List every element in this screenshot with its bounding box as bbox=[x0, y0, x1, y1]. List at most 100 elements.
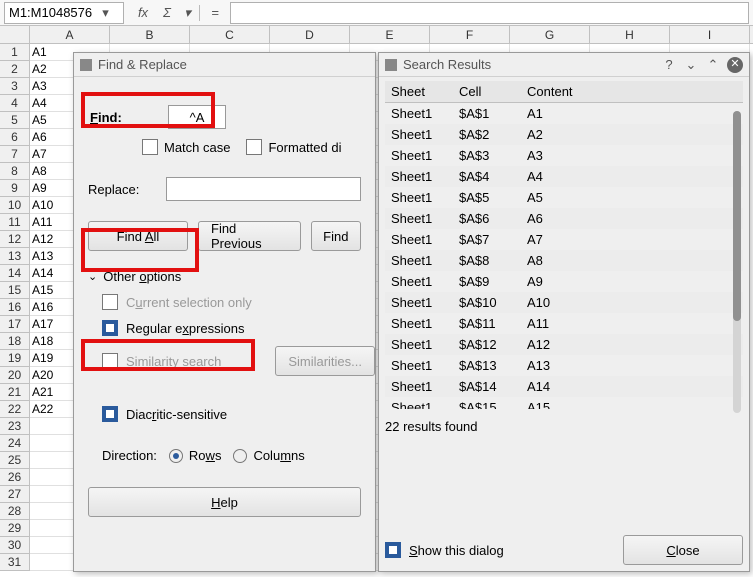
other-options-toggle[interactable]: ⌄ Other options bbox=[88, 269, 361, 284]
row-header[interactable]: 3 bbox=[0, 78, 30, 95]
results-table-header: Sheet Cell Content bbox=[385, 81, 743, 103]
checkbox-icon bbox=[385, 542, 401, 558]
row-header[interactable]: 2 bbox=[0, 61, 30, 78]
name-box[interactable]: M1:M1048576 ▾ bbox=[4, 2, 124, 24]
equals-icon[interactable]: = bbox=[206, 5, 224, 20]
col-header[interactable]: H bbox=[590, 26, 670, 43]
scrollbar-thumb[interactable] bbox=[733, 111, 741, 321]
result-row[interactable]: Sheet1$A$12A12 bbox=[385, 334, 743, 355]
row-header[interactable]: 29 bbox=[0, 520, 30, 537]
close-icon[interactable]: ✕ bbox=[727, 57, 743, 73]
col-header[interactable]: C bbox=[190, 26, 270, 43]
search-results-titlebar[interactable]: Search Results ? ⌄ ⌃ ✕ bbox=[379, 53, 749, 77]
row-header[interactable]: 30 bbox=[0, 537, 30, 554]
result-row[interactable]: Sheet1$A$11A11 bbox=[385, 313, 743, 334]
find-input[interactable]: ^A bbox=[168, 105, 226, 129]
result-row[interactable]: Sheet1$A$3A3 bbox=[385, 145, 743, 166]
select-all-corner[interactable] bbox=[0, 26, 30, 43]
row-header[interactable]: 25 bbox=[0, 452, 30, 469]
radio-icon bbox=[233, 449, 247, 463]
diacritic-checkbox[interactable]: Diacritic-sensitive bbox=[102, 406, 361, 422]
find-next-button[interactable]: Find bbox=[311, 221, 361, 251]
result-row[interactable]: Sheet1$A$8A8 bbox=[385, 250, 743, 271]
result-row[interactable]: Sheet1$A$14A14 bbox=[385, 376, 743, 397]
formula-bar: M1:M1048576 ▾ fx Σ ▾ = bbox=[0, 0, 753, 26]
col-header[interactable]: B bbox=[110, 26, 190, 43]
result-row[interactable]: Sheet1$A$10A10 bbox=[385, 292, 743, 313]
row-header[interactable]: 16 bbox=[0, 299, 30, 316]
result-row[interactable]: Sheet1$A$2A2 bbox=[385, 124, 743, 145]
help-icon[interactable]: ? bbox=[661, 57, 677, 72]
result-row[interactable]: Sheet1$A$4A4 bbox=[385, 166, 743, 187]
row-header[interactable]: 27 bbox=[0, 486, 30, 503]
row-header[interactable]: 7 bbox=[0, 146, 30, 163]
formula-input[interactable] bbox=[230, 2, 749, 24]
row-header[interactable]: 21 bbox=[0, 384, 30, 401]
help-button[interactable]: Help bbox=[88, 487, 361, 517]
row-header[interactable]: 23 bbox=[0, 418, 30, 435]
regex-checkbox[interactable]: Regular expressions bbox=[102, 320, 361, 336]
result-row[interactable]: Sheet1$A$6A6 bbox=[385, 208, 743, 229]
checkbox-icon bbox=[246, 139, 262, 155]
row-header[interactable]: 26 bbox=[0, 469, 30, 486]
row-header[interactable]: 20 bbox=[0, 367, 30, 384]
result-row[interactable]: Sheet1$A$13A13 bbox=[385, 355, 743, 376]
find-replace-titlebar[interactable]: Find & Replace bbox=[74, 53, 375, 77]
find-all-button[interactable]: Find All bbox=[88, 221, 188, 251]
sigma-icon[interactable]: Σ bbox=[158, 5, 176, 20]
row-header[interactable]: 6 bbox=[0, 129, 30, 146]
fx-icon[interactable]: fx bbox=[134, 5, 152, 20]
col-header[interactable]: G bbox=[510, 26, 590, 43]
similarities-button[interactable]: Similarities... bbox=[275, 346, 375, 376]
close-button[interactable]: Close bbox=[623, 535, 743, 565]
row-header[interactable]: 5 bbox=[0, 112, 30, 129]
row-header[interactable]: 18 bbox=[0, 333, 30, 350]
col-sheet[interactable]: Sheet bbox=[385, 84, 453, 99]
row-header[interactable]: 12 bbox=[0, 231, 30, 248]
similarity-search-row: Similarity search Similarities... bbox=[102, 346, 375, 376]
row-header[interactable]: 8 bbox=[0, 163, 30, 180]
collapse-icon[interactable]: ⌄ bbox=[683, 57, 699, 73]
col-header[interactable]: E bbox=[350, 26, 430, 43]
row-header[interactable]: 1 bbox=[0, 44, 30, 61]
row-header[interactable]: 13 bbox=[0, 248, 30, 265]
row-header[interactable]: 31 bbox=[0, 554, 30, 571]
col-header[interactable]: D bbox=[270, 26, 350, 43]
row-header[interactable]: 11 bbox=[0, 214, 30, 231]
formatted-display-checkbox[interactable]: Formatted di bbox=[246, 139, 341, 155]
replace-input[interactable] bbox=[166, 177, 361, 201]
row-header[interactable]: 24 bbox=[0, 435, 30, 452]
rows-radio[interactable]: Rows bbox=[169, 448, 222, 463]
columns-radio[interactable]: Columns bbox=[233, 448, 304, 463]
row-header[interactable]: 28 bbox=[0, 503, 30, 520]
app-icon bbox=[80, 59, 92, 71]
current-selection-checkbox[interactable]: Current selection only bbox=[102, 294, 361, 310]
show-dialog-checkbox[interactable]: Show this dialog bbox=[385, 542, 504, 558]
chevron-down-icon[interactable]: ▾ bbox=[92, 5, 119, 21]
row-header[interactable]: 17 bbox=[0, 316, 30, 333]
col-header[interactable]: A bbox=[30, 26, 110, 43]
result-row[interactable]: Sheet1$A$7A7 bbox=[385, 229, 743, 250]
row-header[interactable]: 9 bbox=[0, 180, 30, 197]
row-header[interactable]: 19 bbox=[0, 350, 30, 367]
match-case-checkbox[interactable]: Match case bbox=[142, 139, 230, 155]
col-cell[interactable]: Cell bbox=[453, 84, 521, 99]
row-header[interactable]: 4 bbox=[0, 95, 30, 112]
divider: ▾ bbox=[182, 5, 200, 21]
similarity-checkbox[interactable]: Similarity search bbox=[102, 353, 221, 369]
result-row[interactable]: Sheet1$A$1A1 bbox=[385, 103, 743, 124]
row-header[interactable]: 10 bbox=[0, 197, 30, 214]
find-previous-button[interactable]: Find Previous bbox=[198, 221, 301, 251]
row-header[interactable]: 14 bbox=[0, 265, 30, 282]
result-row[interactable]: Sheet1$A$15A15 bbox=[385, 397, 743, 409]
expand-icon[interactable]: ⌃ bbox=[705, 57, 721, 73]
col-header[interactable]: F bbox=[430, 26, 510, 43]
row-header[interactable]: 15 bbox=[0, 282, 30, 299]
col-header[interactable]: I bbox=[670, 26, 750, 43]
scrollbar[interactable] bbox=[733, 111, 741, 413]
find-label: Find: bbox=[90, 110, 160, 125]
row-header[interactable]: 22 bbox=[0, 401, 30, 418]
result-row[interactable]: Sheet1$A$5A5 bbox=[385, 187, 743, 208]
col-content[interactable]: Content bbox=[521, 84, 743, 99]
result-row[interactable]: Sheet1$A$9A9 bbox=[385, 271, 743, 292]
